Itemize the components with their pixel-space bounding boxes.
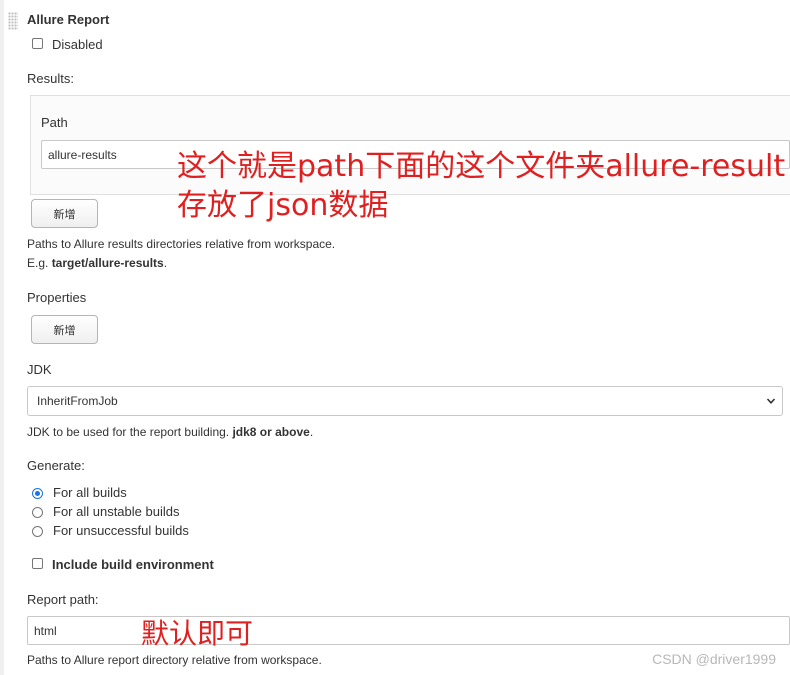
drag-handle-icon[interactable]	[8, 12, 18, 30]
results-label: Results:	[27, 71, 74, 86]
results-example-text: E.g. target/allure-results.	[27, 256, 168, 270]
include-build-env-checkbox[interactable]	[32, 558, 43, 569]
jdk-label: JDK	[27, 362, 52, 377]
generate-label: Generate:	[27, 458, 85, 473]
section-title: Allure Report	[27, 12, 110, 27]
radio-all-builds[interactable]	[32, 488, 43, 499]
radio-all-builds-label: For all builds	[53, 485, 127, 500]
radio-unstable-builds[interactable]	[32, 507, 43, 518]
chevron-down-icon	[766, 398, 776, 404]
disabled-checkbox[interactable]	[32, 38, 43, 49]
left-gutter	[0, 0, 4, 675]
report-path-help-text: Paths to Allure report directory relativ…	[27, 653, 322, 667]
add-results-path-button[interactable]: 新增	[31, 199, 98, 228]
include-build-env-label: Include build environment	[52, 557, 214, 572]
radio-unsuccessful-builds-label: For unsuccessful builds	[53, 523, 189, 538]
results-help-text: Paths to Allure results directories rela…	[27, 237, 336, 251]
results-example-path: target/allure-results	[51, 256, 164, 270]
report-path-label: Report path:	[27, 592, 99, 607]
jdk-help-text: JDK to be used for the report building. …	[27, 425, 314, 439]
annotation-path-note: 这个就是path下面的这个文件夹allure-result	[177, 149, 786, 184]
add-property-button[interactable]: 新增	[31, 315, 98, 344]
watermark: CSDN @driver1999	[652, 651, 776, 667]
radio-unstable-builds-label: For all unstable builds	[53, 504, 180, 519]
jdk-help-requirement: jdk8 or above	[232, 425, 310, 439]
jdk-selected-value: InheritFromJob	[37, 394, 118, 408]
annotation-json-note: 存放了json数据	[177, 188, 389, 223]
radio-unsuccessful-builds[interactable]	[32, 526, 43, 537]
disabled-label: Disabled	[52, 37, 103, 52]
path-label: Path	[41, 115, 68, 130]
annotation-default-note: 默认即可	[141, 617, 254, 650]
jdk-select[interactable]: InheritFromJob	[27, 386, 783, 416]
properties-label: Properties	[27, 290, 87, 305]
